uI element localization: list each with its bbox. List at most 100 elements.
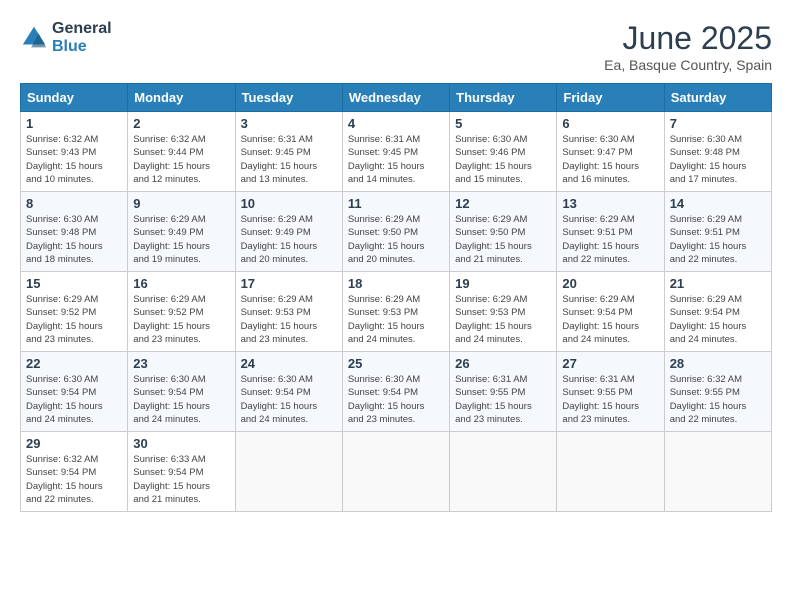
calendar-cell: 7 Sunrise: 6:30 AM Sunset: 9:48 PM Daylig… [664,112,771,192]
header-wednesday: Wednesday [342,84,449,112]
calendar-cell: 13 Sunrise: 6:29 AM Sunset: 9:51 PM Dayli… [557,192,664,272]
calendar-cell: 10Sunrise: 6:29 AM Sunset: 9:49 PM Dayli… [235,192,342,272]
day-info: Sunrise: 6:33 AM Sunset: 9:54 PM Dayligh… [133,453,229,506]
title-section: June 2025 Ea, Basque Country, Spain [604,20,772,73]
calendar-cell: 26 Sunrise: 6:31 AM Sunset: 9:55 PM Dayli… [450,352,557,432]
day-info: Sunrise: 6:31 AM Sunset: 9:55 PM Dayligh… [562,373,658,426]
calendar-cell: 29Sunrise: 6:32 AM Sunset: 9:54 PM Dayli… [21,432,128,512]
calendar-cell: 17Sunrise: 6:29 AM Sunset: 9:53 PM Dayli… [235,272,342,352]
day-info: Sunrise: 6:29 AM Sunset: 9:52 PM Dayligh… [133,293,229,346]
calendar-header-row: SundayMondayTuesdayWednesdayThursdayFrid… [21,84,772,112]
day-info: Sunrise: 6:30 AM Sunset: 9:47 PM Dayligh… [562,133,658,186]
day-info: Sunrise: 6:30 AM Sunset: 9:54 PM Dayligh… [26,373,122,426]
day-number: 28 [670,356,766,371]
day-info: Sunrise: 6:30 AM Sunset: 9:54 PM Dayligh… [241,373,337,426]
calendar-cell [235,432,342,512]
day-info: Sunrise: 6:32 AM Sunset: 9:55 PM Dayligh… [670,373,766,426]
day-info: Sunrise: 6:32 AM Sunset: 9:54 PM Dayligh… [26,453,122,506]
day-info: Sunrise: 6:31 AM Sunset: 9:45 PM Dayligh… [241,133,337,186]
day-number: 20 [562,276,658,291]
calendar-week-3: 15 Sunrise: 6:29 AM Sunset: 9:52 PM Dayli… [21,272,772,352]
location-title: Ea, Basque Country, Spain [604,57,772,73]
day-number: 4 [348,116,444,131]
day-number: 6 [562,116,658,131]
calendar-cell: 27 Sunrise: 6:31 AM Sunset: 9:55 PM Dayli… [557,352,664,432]
day-number: 14 [670,196,766,211]
calendar-table: SundayMondayTuesdayWednesdayThursdayFrid… [20,83,772,512]
day-info: Sunrise: 6:29 AM Sunset: 9:53 PM Dayligh… [241,293,337,346]
logo-blue: Blue [52,38,112,56]
day-number: 1 [26,116,122,131]
calendar-cell: 23Sunrise: 6:30 AM Sunset: 9:54 PM Dayli… [128,352,235,432]
calendar-cell: 25Sunrise: 6:30 AM Sunset: 9:54 PM Dayli… [342,352,449,432]
day-number: 9 [133,196,229,211]
header-sunday: Sunday [21,84,128,112]
calendar-cell: 24 Sunrise: 6:30 AM Sunset: 9:54 PM Dayli… [235,352,342,432]
header-tuesday: Tuesday [235,84,342,112]
calendar-cell: 9 Sunrise: 6:29 AM Sunset: 9:49 PM Daylig… [128,192,235,272]
day-number: 7 [670,116,766,131]
day-info: Sunrise: 6:31 AM Sunset: 9:45 PM Dayligh… [348,133,444,186]
calendar-week-1: 1 Sunrise: 6:32 AM Sunset: 9:43 PM Daylig… [21,112,772,192]
page-header: General Blue June 2025 Ea, Basque Countr… [20,20,772,73]
day-number: 15 [26,276,122,291]
day-number: 25 [348,356,444,371]
day-number: 16 [133,276,229,291]
calendar-cell: 21Sunrise: 6:29 AM Sunset: 9:54 PM Dayli… [664,272,771,352]
day-number: 19 [455,276,551,291]
day-info: Sunrise: 6:29 AM Sunset: 9:54 PM Dayligh… [562,293,658,346]
month-title: June 2025 [604,20,772,57]
day-info: Sunrise: 6:29 AM Sunset: 9:50 PM Dayligh… [455,213,551,266]
calendar-cell [450,432,557,512]
calendar-cell: 19Sunrise: 6:29 AM Sunset: 9:53 PM Dayli… [450,272,557,352]
calendar-cell: 14Sunrise: 6:29 AM Sunset: 9:51 PM Dayli… [664,192,771,272]
calendar-cell: 30 Sunrise: 6:33 AM Sunset: 9:54 PM Dayli… [128,432,235,512]
day-number: 30 [133,436,229,451]
day-number: 22 [26,356,122,371]
day-number: 23 [133,356,229,371]
day-number: 27 [562,356,658,371]
calendar-cell: 28 Sunrise: 6:32 AM Sunset: 9:55 PM Dayli… [664,352,771,432]
calendar-cell: 18Sunrise: 6:29 AM Sunset: 9:53 PM Dayli… [342,272,449,352]
day-info: Sunrise: 6:30 AM Sunset: 9:48 PM Dayligh… [670,133,766,186]
day-number: 3 [241,116,337,131]
calendar-cell [557,432,664,512]
header-friday: Friday [557,84,664,112]
day-info: Sunrise: 6:29 AM Sunset: 9:54 PM Dayligh… [670,293,766,346]
day-number: 2 [133,116,229,131]
header-thursday: Thursday [450,84,557,112]
calendar-cell: 3 Sunrise: 6:31 AM Sunset: 9:45 PM Daylig… [235,112,342,192]
day-info: Sunrise: 6:32 AM Sunset: 9:44 PM Dayligh… [133,133,229,186]
day-info: Sunrise: 6:32 AM Sunset: 9:43 PM Dayligh… [26,133,122,186]
header-saturday: Saturday [664,84,771,112]
day-info: Sunrise: 6:29 AM Sunset: 9:49 PM Dayligh… [241,213,337,266]
calendar-cell: 4 Sunrise: 6:31 AM Sunset: 9:45 PM Daylig… [342,112,449,192]
day-number: 11 [348,196,444,211]
day-number: 8 [26,196,122,211]
calendar-cell: 11Sunrise: 6:29 AM Sunset: 9:50 PM Dayli… [342,192,449,272]
logo: General Blue [20,20,112,55]
day-number: 26 [455,356,551,371]
calendar-cell: 20 Sunrise: 6:29 AM Sunset: 9:54 PM Dayli… [557,272,664,352]
calendar-week-2: 8 Sunrise: 6:30 AM Sunset: 9:48 PM Daylig… [21,192,772,272]
day-info: Sunrise: 6:29 AM Sunset: 9:49 PM Dayligh… [133,213,229,266]
calendar-week-4: 22 Sunrise: 6:30 AM Sunset: 9:54 PM Dayli… [21,352,772,432]
logo-general: General [52,20,112,38]
calendar-cell [342,432,449,512]
day-number: 13 [562,196,658,211]
calendar-cell [664,432,771,512]
day-info: Sunrise: 6:29 AM Sunset: 9:53 PM Dayligh… [348,293,444,346]
day-number: 24 [241,356,337,371]
calendar-cell: 5 Sunrise: 6:30 AM Sunset: 9:46 PM Daylig… [450,112,557,192]
logo-icon [20,24,48,52]
calendar-cell: 2 Sunrise: 6:32 AM Sunset: 9:44 PM Daylig… [128,112,235,192]
day-info: Sunrise: 6:31 AM Sunset: 9:55 PM Dayligh… [455,373,551,426]
day-info: Sunrise: 6:30 AM Sunset: 9:46 PM Dayligh… [455,133,551,186]
day-info: Sunrise: 6:30 AM Sunset: 9:48 PM Dayligh… [26,213,122,266]
day-number: 5 [455,116,551,131]
calendar-cell: 16 Sunrise: 6:29 AM Sunset: 9:52 PM Dayli… [128,272,235,352]
day-info: Sunrise: 6:29 AM Sunset: 9:51 PM Dayligh… [562,213,658,266]
calendar-cell: 22 Sunrise: 6:30 AM Sunset: 9:54 PM Dayli… [21,352,128,432]
calendar-cell: 1 Sunrise: 6:32 AM Sunset: 9:43 PM Daylig… [21,112,128,192]
calendar-week-5: 29Sunrise: 6:32 AM Sunset: 9:54 PM Dayli… [21,432,772,512]
